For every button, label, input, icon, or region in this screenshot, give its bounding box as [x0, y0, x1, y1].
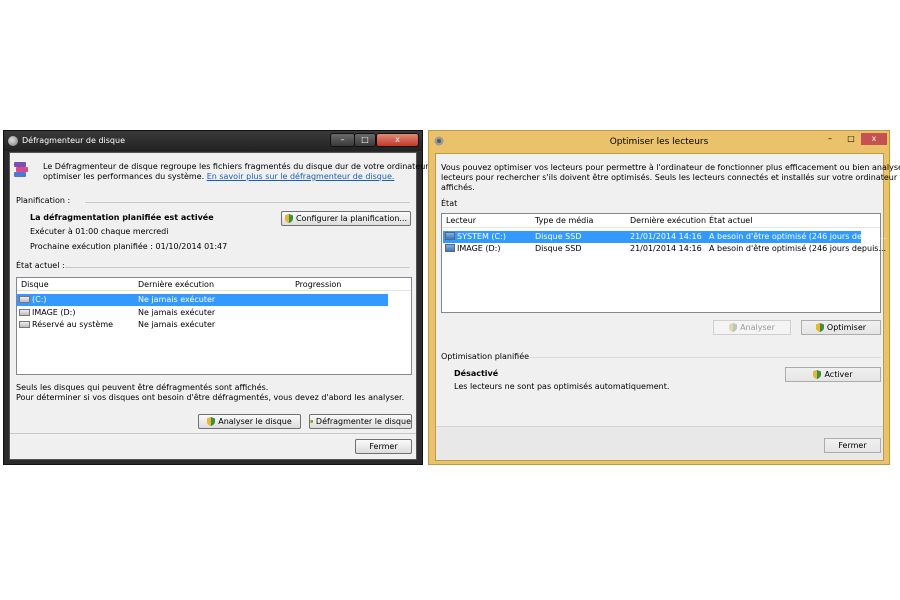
activate-label: Activer — [824, 370, 853, 379]
learn-more-link[interactable]: En savoir plus sur le défragmenteur de d… — [207, 172, 395, 181]
col-current-state[interactable]: État actuel — [709, 216, 752, 225]
disk-row[interactable]: Réservé au système Ne jamais exécuter — [17, 319, 388, 331]
window-title: Défragmenteur de disque — [22, 136, 125, 145]
maximize-button[interactable]: □ — [354, 133, 376, 147]
col-last-run[interactable]: Dernière exécution — [138, 280, 214, 289]
close-window-button[interactable]: x — [861, 133, 887, 145]
disk-row[interactable]: IMAGE (D:) Ne jamais exécuter — [17, 307, 388, 319]
scheduled-heading: Optimisation planifiée — [441, 352, 530, 361]
close-button[interactable]: Fermer — [824, 438, 881, 453]
schedule-run-time: Exécuter à 01:00 chaque mercredi — [30, 227, 169, 236]
drive-list-header: Lecteur Type de média Dernière exécution… — [442, 214, 880, 228]
schedule-heading: Planification : — [16, 196, 71, 205]
media-type-value: Disque SSD — [535, 244, 582, 253]
defragment-disk-label: Défragmenter le disque — [315, 417, 411, 426]
analyze-label: Analyser — [740, 323, 775, 332]
optimize-button[interactable]: Optimiser — [801, 320, 881, 335]
close-window-button[interactable]: x — [376, 133, 419, 147]
defrag-app-icon — [8, 136, 18, 146]
uac-shield-icon — [207, 417, 216, 426]
uac-shield-icon — [729, 323, 738, 332]
drive-cell: IMAGE (D:) — [445, 244, 501, 253]
intro-line-1: Vous pouvez optimiser vos lecteurs pour … — [441, 163, 900, 172]
scheduled-divider — [526, 357, 881, 358]
current-state-heading: État actuel : — [16, 261, 65, 270]
last-run-value: 21/01/2014 14:16 — [630, 232, 702, 241]
col-drive[interactable]: Lecteur — [446, 216, 476, 225]
schedule-next-run: Prochaine exécution planifiée : 01/10/20… — [30, 242, 228, 251]
minimize-button[interactable]: – — [819, 133, 841, 145]
col-last-run[interactable]: Dernière exécution — [630, 216, 706, 225]
optimize-drives-window: Optimiser les lecteurs – □ x Vous pouvez… — [428, 130, 900, 465]
drive-icon — [19, 309, 30, 316]
close-button[interactable]: Fermer — [355, 439, 412, 454]
uac-shield-icon — [310, 419, 313, 424]
drive-cell: SYSTEM (C:) — [445, 232, 506, 241]
analyze-disk-button[interactable]: Analyser le disque — [198, 414, 301, 429]
current-state-value: A besoin d'être optimisé (246 jours depu… — [709, 244, 887, 253]
state-divider — [65, 267, 410, 268]
drive-name: SYSTEM (C:) — [457, 232, 506, 241]
activate-button[interactable]: Activer — [785, 367, 881, 382]
uac-shield-icon — [815, 323, 824, 332]
drive-row[interactable]: IMAGE (D:) Disque SSD 21/01/2014 14:16 A… — [443, 243, 886, 255]
intro-line-3: affichés. — [441, 183, 475, 192]
uac-shield-icon — [813, 370, 822, 379]
title-bar[interactable]: Défragmenteur de disque – □ x — [4, 131, 422, 151]
schedule-divider — [85, 202, 410, 203]
disk-name: IMAGE (D:) — [32, 308, 76, 317]
maximize-button[interactable]: □ — [841, 133, 861, 145]
footer-divider — [10, 433, 416, 434]
uac-shield-icon — [284, 214, 293, 223]
defrag-icon — [14, 162, 28, 178]
scheduled-status: Désactivé — [454, 369, 499, 378]
title-bar[interactable]: Optimiser les lecteurs – □ x — [429, 131, 889, 151]
ssd-drive-icon — [445, 232, 455, 240]
analyze-disk-label: Analyser le disque — [218, 417, 292, 426]
disk-list[interactable]: Disque Dernière exécution Progression (C… — [16, 277, 412, 375]
footer-note-1: Seuls les disques qui peuvent être défra… — [16, 383, 269, 392]
footer-note-2: Pour déterminer si vos disques ont besoi… — [16, 393, 405, 402]
drive-icon — [19, 296, 30, 303]
disk-name: Réservé au système — [32, 320, 114, 329]
last-run-value: 21/01/2014 14:16 — [630, 244, 702, 253]
analyze-button[interactable]: Analyser — [713, 320, 791, 335]
window-client: Le Défragmenteur de disque regroupe les … — [9, 152, 456, 460]
disk-row[interactable]: (C:) Ne jamais exécuter — [17, 294, 388, 306]
disk-list-header: Disque Dernière exécution Progression — [17, 278, 411, 291]
current-state-value: A besoin d'être optimisé (246 jours depu… — [709, 232, 887, 241]
intro-line-1: Le Défragmenteur de disque regroupe les … — [43, 162, 456, 171]
configure-schedule-label: Configurer la planification... — [295, 214, 408, 223]
disk-cell: (C:) — [19, 295, 47, 304]
state-heading: État — [441, 199, 458, 208]
col-progress[interactable]: Progression — [295, 280, 341, 289]
intro-line-2: optimiser les performances du système. E… — [43, 172, 394, 182]
configure-schedule-button[interactable]: Configurer la planification... — [281, 211, 411, 226]
last-run-value: Ne jamais exécuter — [138, 308, 216, 317]
disk-cell: IMAGE (D:) — [19, 308, 76, 317]
drive-row[interactable]: SYSTEM (C:) Disque SSD 21/01/2014 14:16 … — [443, 231, 886, 243]
minimize-button[interactable]: – — [330, 133, 355, 147]
defragment-disk-button[interactable]: Défragmenter le disque — [309, 414, 412, 429]
last-run-value: Ne jamais exécuter — [138, 295, 216, 304]
intro-line-2: lecteurs pour rechercher s'ils doivent ê… — [441, 173, 900, 182]
media-type-value: Disque SSD — [535, 232, 582, 241]
ssd-drive-icon — [445, 244, 455, 252]
drive-name: IMAGE (D:) — [457, 244, 501, 253]
window-client: Vous pouvez optimiser vos lecteurs pour … — [435, 153, 900, 461]
defragmenter-window: Défragmenteur de disque – □ x Le Défragm… — [3, 130, 456, 465]
intro-text: optimiser les performances du système. — [43, 172, 205, 181]
disk-name: (C:) — [32, 295, 47, 304]
last-run-value: Ne jamais exécuter — [138, 320, 216, 329]
dialog-footer — [436, 426, 883, 460]
col-media-type[interactable]: Type de média — [535, 216, 593, 225]
schedule-status: La défragmentation planifiée est activée — [30, 213, 214, 222]
scheduled-description: Les lecteurs ne sont pas optimisés autom… — [454, 382, 670, 391]
optimize-label: Optimiser — [826, 323, 867, 332]
drive-list[interactable]: Lecteur Type de média Dernière exécution… — [441, 213, 886, 313]
drive-icon — [19, 321, 30, 328]
col-disk[interactable]: Disque — [21, 280, 49, 289]
disk-cell: Réservé au système — [19, 320, 113, 329]
